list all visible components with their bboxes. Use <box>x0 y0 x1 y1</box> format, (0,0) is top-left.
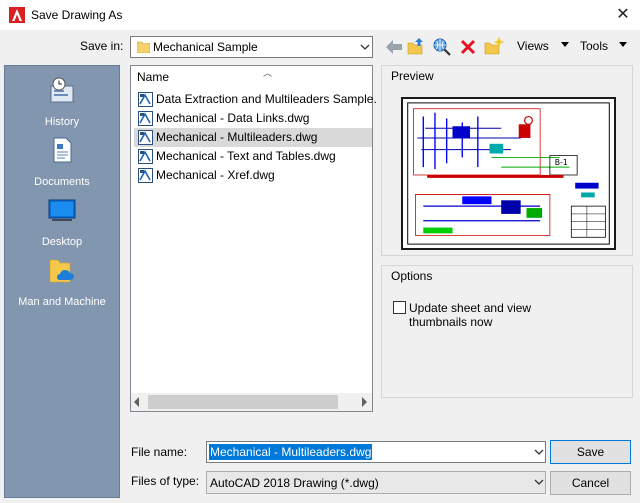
place-documents[interactable]: Documents <box>5 130 119 190</box>
window-title: Save Drawing As <box>31 8 123 22</box>
file-name-value[interactable]: Mechanical - Multileaders.dwg <box>209 444 373 460</box>
preview-label: Preview <box>391 69 434 83</box>
dwg-file-icon <box>138 111 153 126</box>
tools-menu[interactable]: Tools <box>580 39 608 53</box>
column-header-name[interactable]: Name <box>137 70 169 84</box>
places-bar: History Documents Desktop Man and Machin… <box>4 65 120 498</box>
place-label: Man and Machine <box>18 296 106 308</box>
place-history[interactable]: History <box>5 70 119 130</box>
place-desktop[interactable]: Desktop <box>5 190 119 250</box>
history-icon <box>50 77 74 103</box>
autocad-app-icon <box>9 7 25 23</box>
file-name-input[interactable]: Mechanical - Multileaders.dwg <box>206 441 546 463</box>
place-label: History <box>44 116 80 128</box>
dwg-file-icon <box>138 168 153 183</box>
place-man-and-machine[interactable]: Man and Machine <box>5 250 119 310</box>
chevron-down-icon[interactable] <box>532 442 546 462</box>
scroll-right-icon[interactable] <box>360 397 368 407</box>
views-dropdown-icon[interactable] <box>561 42 569 48</box>
save-in-dropdown[interactable]: Mechanical Sample <box>130 36 373 58</box>
options-panel: Options Update sheet and view thumbnails… <box>381 265 633 398</box>
update-thumbnails-checkbox[interactable] <box>393 301 406 314</box>
save-in-label: Save in: <box>80 39 124 53</box>
up-folder-icon[interactable] <box>405 36 427 58</box>
search-web-icon[interactable] <box>431 36 453 58</box>
save-button[interactable]: Save <box>550 440 631 464</box>
file-type-value: AutoCAD 2018 Drawing (*.dwg) <box>210 476 379 490</box>
folder-icon <box>137 41 150 53</box>
svg-text:B-1: B-1 <box>555 158 568 167</box>
documents-icon <box>53 137 72 163</box>
file-name: Mechanical - Multileaders.dwg <box>156 130 318 144</box>
save-in-value: Mechanical Sample <box>153 40 258 54</box>
file-row[interactable]: Mechanical - Text and Tables.dwg <box>134 147 372 166</box>
drawing-preview-thumbnail: B-1 <box>401 97 616 250</box>
preview-panel: Preview B-1 <box>381 65 633 256</box>
desktop-icon <box>48 199 76 221</box>
scrollbar-thumb[interactable] <box>148 395 338 409</box>
place-label: Documents <box>34 176 90 188</box>
file-name: Mechanical - Data Links.dwg <box>156 111 310 125</box>
file-row[interactable]: Mechanical - Xref.dwg <box>134 166 372 185</box>
back-arrow-icon[interactable] <box>383 36 405 58</box>
tools-dropdown-icon[interactable] <box>619 42 627 48</box>
chevron-down-icon[interactable] <box>532 472 546 493</box>
dwg-file-icon <box>138 92 153 107</box>
options-label: Options <box>391 269 433 283</box>
horizontal-scrollbar[interactable] <box>131 393 372 411</box>
new-folder-icon[interactable] <box>482 36 504 58</box>
file-type-dropdown[interactable]: AutoCAD 2018 Drawing (*.dwg) <box>206 471 546 494</box>
delete-icon[interactable] <box>457 36 479 58</box>
update-thumbnails-label[interactable]: Update sheet and view thumbnails now <box>409 301 559 329</box>
dwg-file-icon <box>138 149 153 164</box>
scroll-left-icon[interactable] <box>133 397 141 407</box>
file-name: Data Extraction and Multileaders Sample. <box>156 92 377 106</box>
close-icon[interactable]: ✕ <box>612 5 634 25</box>
file-name-label: File name: <box>131 445 188 459</box>
file-type-label: Files of type: <box>131 474 200 488</box>
sort-ascending-icon: ︿ <box>263 68 273 78</box>
file-row-selected[interactable]: Mechanical - Multileaders.dwg <box>134 128 372 147</box>
file-list[interactable]: Name ︿ Data Extraction and Multileaders … <box>130 65 377 412</box>
file-name: Mechanical - Xref.dwg <box>156 168 275 182</box>
place-label: Desktop <box>41 236 83 248</box>
file-name: Mechanical - Text and Tables.dwg <box>156 149 336 163</box>
onedrive-folder-icon <box>49 259 74 283</box>
dwg-file-icon <box>138 130 153 145</box>
chevron-down-icon[interactable] <box>357 37 373 57</box>
views-menu[interactable]: Views <box>517 39 549 53</box>
title-bar: Save Drawing As ✕ <box>0 0 640 30</box>
cancel-button[interactable]: Cancel <box>550 471 631 495</box>
file-row[interactable]: Mechanical - Data Links.dwg <box>134 109 372 128</box>
file-row[interactable]: Data Extraction and Multileaders Sample. <box>134 90 377 109</box>
